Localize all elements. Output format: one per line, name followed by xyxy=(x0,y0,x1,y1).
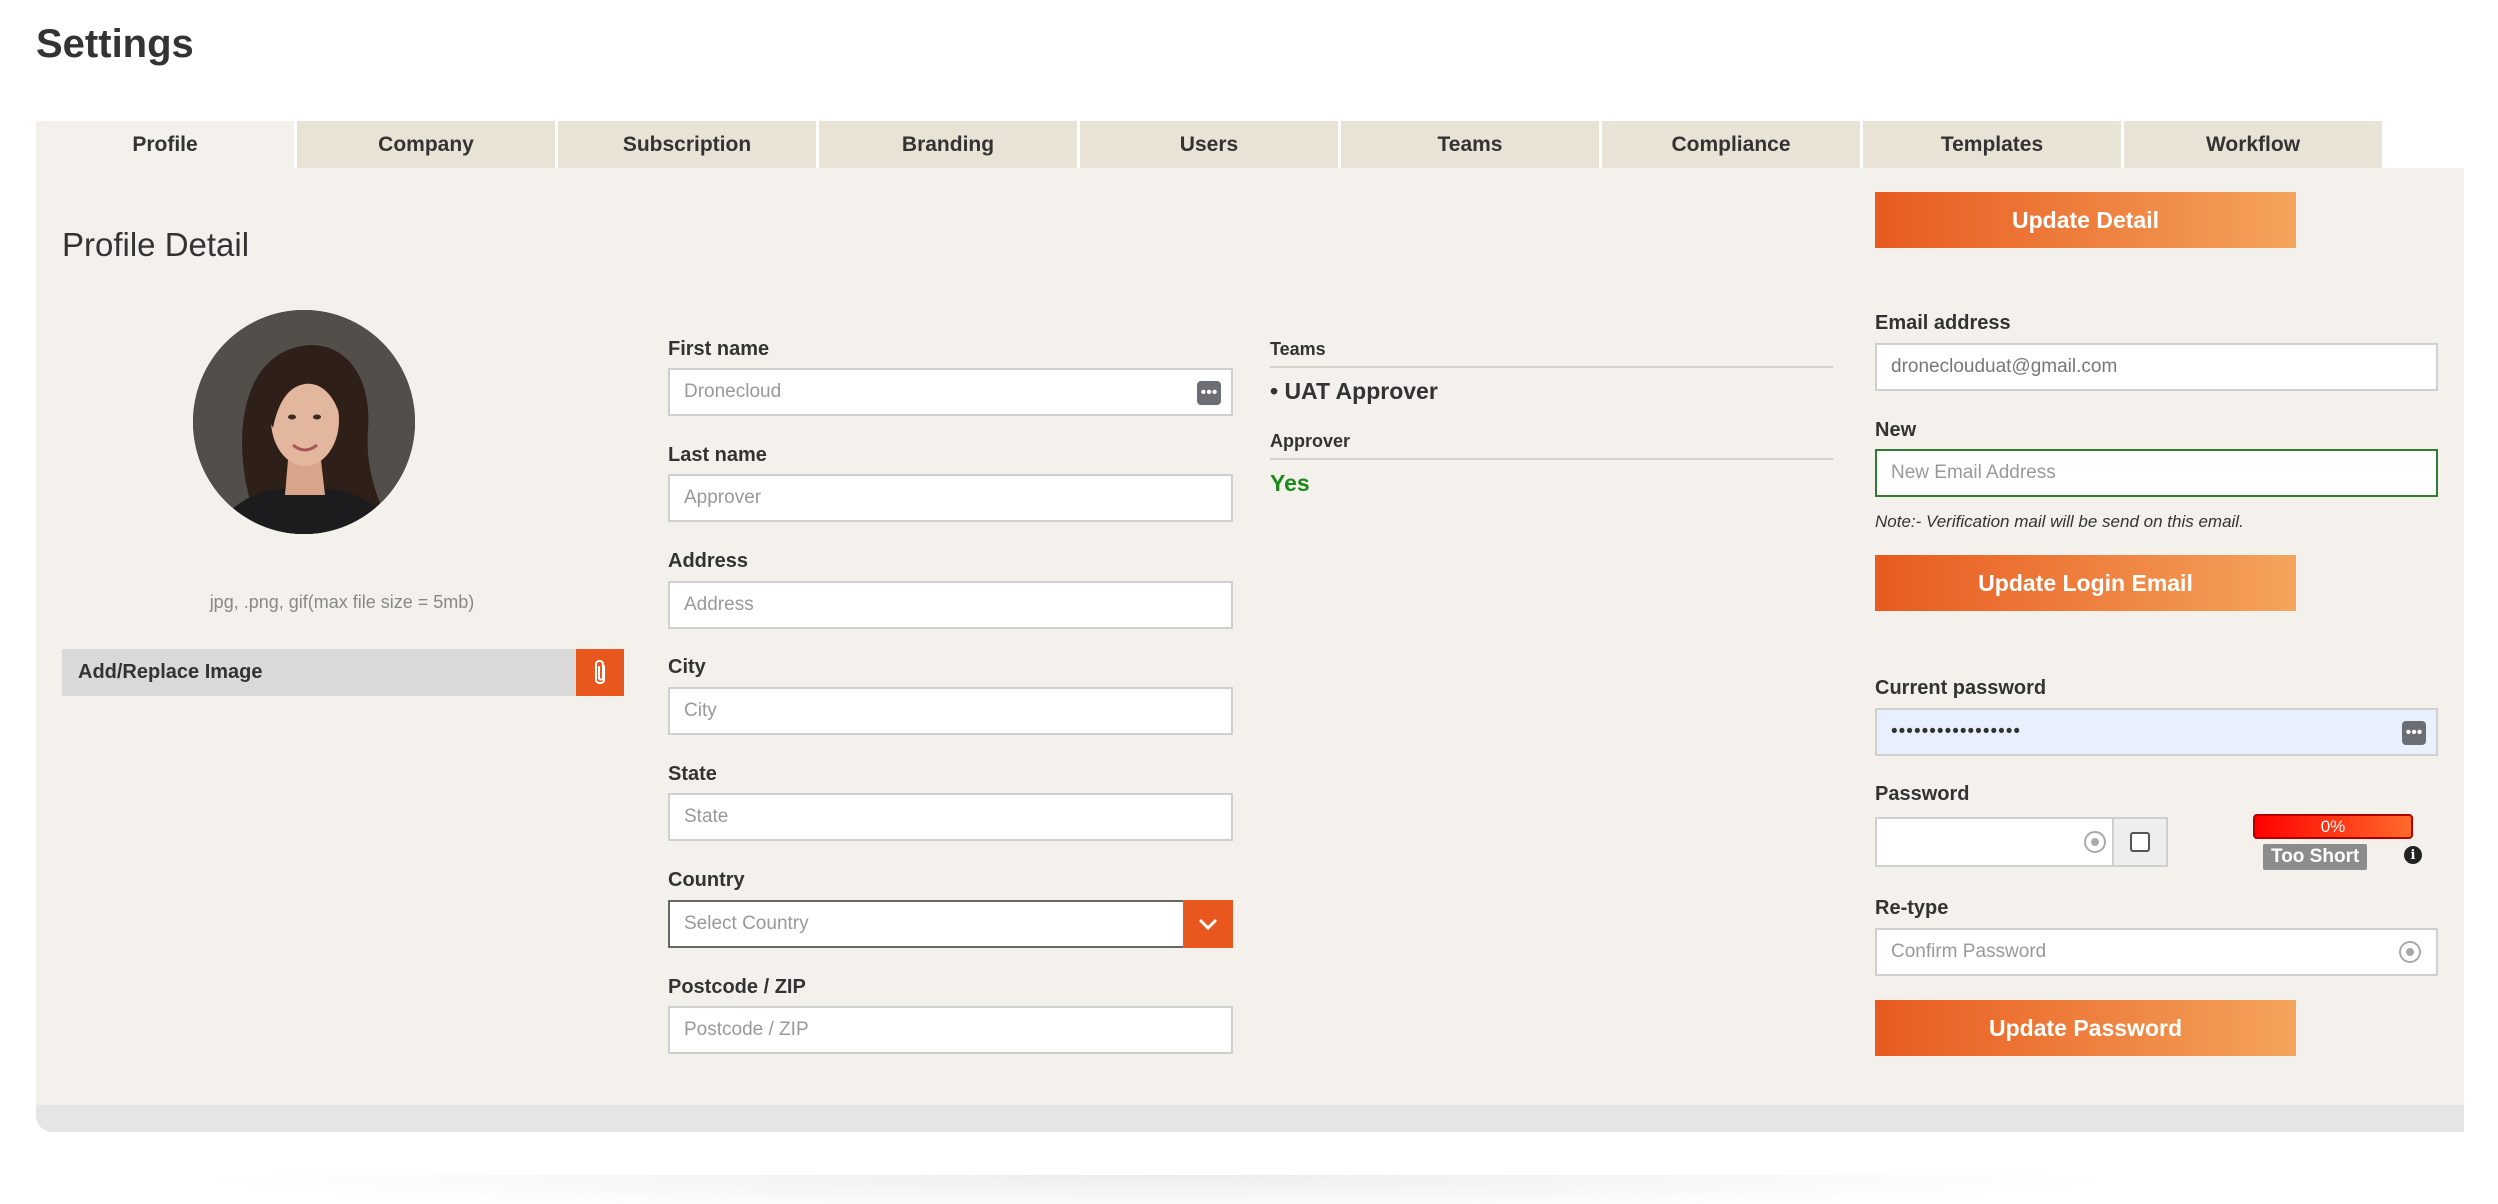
state-input[interactable]: State xyxy=(668,793,1233,841)
last-name-label: Last name xyxy=(668,444,767,466)
paperclip-icon[interactable] xyxy=(576,649,624,696)
current-password-input[interactable]: ••••••••••••••••• ••• xyxy=(1875,708,2438,756)
approver-value: Yes xyxy=(1270,470,1310,496)
email-value: droneclouduat@gmail.com xyxy=(1891,356,2118,377)
tab-teams[interactable]: Teams xyxy=(1341,121,1599,168)
country-placeholder: Select Country xyxy=(684,913,809,934)
upload-label: Add/Replace Image xyxy=(78,661,263,683)
team-value: • UAT Approver xyxy=(1270,378,1438,404)
postcode-label: Postcode / ZIP xyxy=(668,976,806,998)
password-manager-icon[interactable]: ••• xyxy=(2402,721,2426,745)
new-email-input[interactable]: New Email Address xyxy=(1875,449,2438,497)
last-name-input[interactable]: Approver xyxy=(668,474,1233,522)
first-name-placeholder: Dronecloud xyxy=(684,381,782,402)
info-icon[interactable]: i xyxy=(2404,846,2422,864)
teams-divider xyxy=(1270,366,1833,368)
key-icon xyxy=(2399,941,2421,963)
first-name-label: First name xyxy=(668,338,770,360)
tab-compliance[interactable]: Compliance xyxy=(1602,121,1860,168)
key-icon xyxy=(2084,831,2106,853)
retype-password-input[interactable]: Confirm Password xyxy=(1875,928,2438,976)
password-manager-icon[interactable]: ••• xyxy=(1197,381,1221,405)
password-label: Password xyxy=(1875,783,1970,805)
city-placeholder: City xyxy=(684,700,717,721)
tab-users[interactable]: Users xyxy=(1080,121,1338,168)
state-placeholder: State xyxy=(684,806,729,827)
current-password-label: Current password xyxy=(1875,677,2047,699)
verification-note: Note:- Verification mail will be send on… xyxy=(1875,512,2244,531)
tab-company[interactable]: Company xyxy=(297,121,555,168)
address-input[interactable]: Address xyxy=(668,581,1233,629)
tab-subscription[interactable]: Subscription xyxy=(558,121,816,168)
page-shadow xyxy=(180,1175,2140,1204)
password-strength-label: Too Short xyxy=(2263,844,2368,870)
postcode-placeholder: Postcode / ZIP xyxy=(684,1019,809,1040)
country-select[interactable]: Select Country xyxy=(668,900,1233,948)
update-password-button[interactable]: Update Password xyxy=(1875,1000,2296,1056)
last-name-placeholder: Approver xyxy=(684,487,762,508)
file-hint: jpg, .png, gif(max file size = 5mb) xyxy=(209,592,475,612)
section-title: Profile Detail xyxy=(62,226,250,263)
city-label: City xyxy=(668,656,706,678)
first-name-input[interactable]: Dronecloud ••• xyxy=(668,368,1233,416)
email-label: Email address xyxy=(1875,312,2011,334)
checkbox-icon xyxy=(2130,832,2150,852)
retype-placeholder: Confirm Password xyxy=(1891,941,2047,962)
current-password-value: ••••••••••••••••• xyxy=(1891,721,2022,742)
tab-templates[interactable]: Templates xyxy=(1863,121,2121,168)
tab-bar: Profile Company Subscription Branding Us… xyxy=(36,121,2385,168)
panel-footer xyxy=(36,1105,2464,1132)
address-label: Address xyxy=(668,550,749,572)
tab-profile[interactable]: Profile xyxy=(36,121,294,168)
chevron-down-icon[interactable] xyxy=(1183,900,1233,948)
update-detail-button[interactable]: Update Detail xyxy=(1875,192,2296,248)
email-input[interactable]: droneclouduat@gmail.com xyxy=(1875,343,2438,391)
postcode-input[interactable]: Postcode / ZIP xyxy=(668,1006,1233,1054)
approver-label: Approver xyxy=(1270,431,1351,451)
password-strength-bar: 0% xyxy=(2253,814,2413,839)
country-label: Country xyxy=(668,869,745,891)
retype-label: Re-type xyxy=(1875,897,1949,919)
show-password-toggle[interactable] xyxy=(2112,817,2168,867)
address-placeholder: Address xyxy=(684,594,754,615)
new-email-placeholder: New Email Address xyxy=(1891,462,2056,483)
city-input[interactable]: City xyxy=(668,687,1233,735)
new-email-label: New xyxy=(1875,419,1917,441)
add-replace-image-button[interactable]: Add/Replace Image xyxy=(62,649,624,696)
page-title: Settings xyxy=(36,22,194,66)
approver-divider xyxy=(1270,458,1833,460)
update-login-email-button[interactable]: Update Login Email xyxy=(1875,555,2296,611)
tab-branding[interactable]: Branding xyxy=(819,121,1077,168)
tab-workflow[interactable]: Workflow xyxy=(2124,121,2382,168)
state-label: State xyxy=(668,763,717,785)
profile-avatar xyxy=(193,310,415,534)
teams-label: Teams xyxy=(1270,339,1326,359)
